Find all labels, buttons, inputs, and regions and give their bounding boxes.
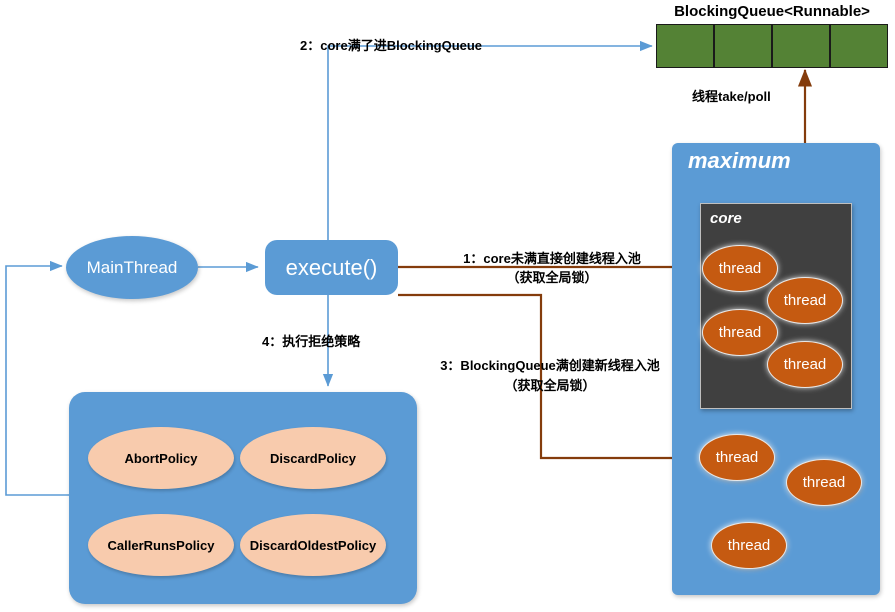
core-thread[interactable]: thread [702, 245, 778, 292]
maximum-pool-label: maximum [688, 148, 791, 173]
maximum-thread[interactable]: thread [786, 459, 862, 506]
queue-cell [656, 24, 714, 68]
main-thread-label: MainThread [86, 257, 178, 277]
policy-label: DiscardOldestPolicy [249, 537, 377, 553]
maximum-thread-label: thread [802, 474, 846, 491]
take-poll-label: 线程take/poll [692, 89, 771, 104]
step1-sublabel: （获取全局锁） [506, 270, 598, 285]
maximum-thread[interactable]: thread [699, 434, 775, 481]
blocking-queue-title: BlockingQueue<Runnable> [674, 3, 870, 20]
policy-discard[interactable]: DiscardPolicy [240, 427, 386, 489]
core-thread-label: thread [718, 324, 762, 341]
arrow-policy-feedback [5, 260, 72, 496]
core-pool-label: core [710, 210, 742, 227]
policy-label: AbortPolicy [124, 450, 198, 466]
rejection-policy-box [69, 392, 417, 604]
step2-label: 2：core满了进BlockingQueue [300, 38, 483, 53]
maximum-thread[interactable]: thread [711, 522, 787, 569]
policy-caller-runs[interactable]: CallerRunsPolicy [88, 514, 234, 576]
execute-node[interactable]: execute() [265, 240, 398, 295]
maximum-thread-label: thread [715, 449, 759, 466]
core-thread[interactable]: thread [702, 309, 778, 356]
step3-sublabel: （获取全局锁） [504, 378, 596, 393]
step1-label: 1：core未满直接创建线程入池 [463, 251, 641, 266]
core-thread-label: thread [718, 260, 762, 277]
step3-label: 3：BlockingQueue满创建新线程入池 [440, 358, 660, 373]
queue-cell [772, 24, 830, 68]
main-thread-node[interactable]: MainThread [66, 236, 198, 299]
policy-label: DiscardPolicy [270, 450, 356, 466]
execute-label: execute() [285, 254, 378, 280]
core-thread[interactable]: thread [767, 277, 843, 324]
policy-label: CallerRunsPolicy [107, 537, 215, 553]
policy-abort[interactable]: AbortPolicy [88, 427, 234, 489]
arrow-step2-to-queue [327, 40, 653, 241]
maximum-thread-label: thread [727, 537, 771, 554]
blocking-queue [656, 24, 888, 68]
queue-cell [714, 24, 772, 68]
core-thread-label: thread [783, 356, 827, 373]
core-thread[interactable]: thread [767, 341, 843, 388]
step4-label: 4：执行拒绝策略 [262, 334, 361, 349]
queue-cell [830, 24, 888, 68]
core-thread-label: thread [783, 292, 827, 309]
policy-discard-oldest[interactable]: DiscardOldestPolicy [240, 514, 386, 576]
diagram-canvas: BlockingQueue<Runnable> 线程take/poll maxi… [0, 0, 895, 612]
